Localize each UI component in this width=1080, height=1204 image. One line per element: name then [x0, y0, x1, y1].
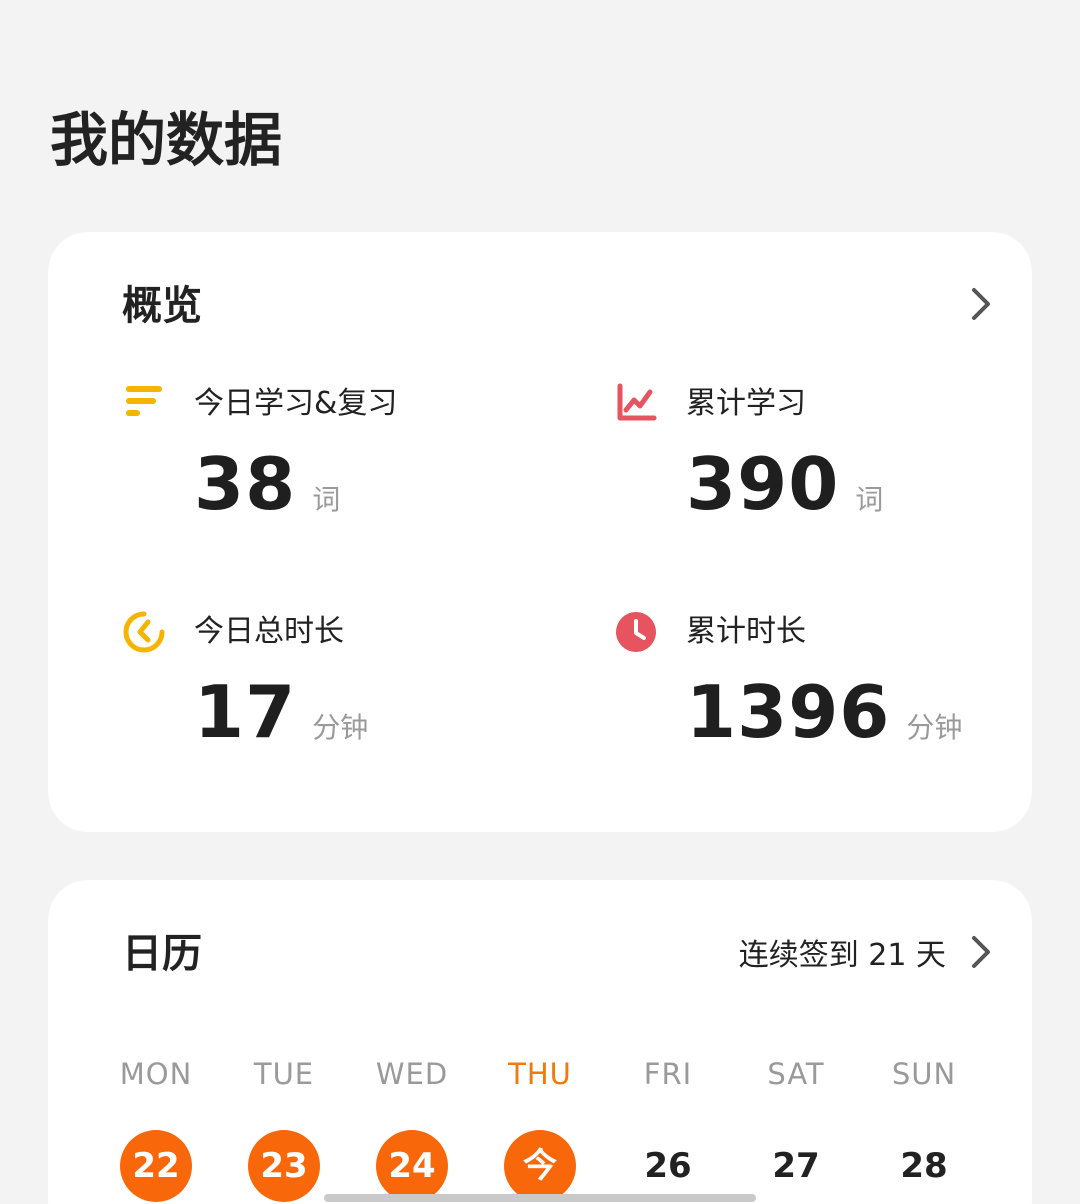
- clock-icon: [616, 612, 656, 652]
- stat-label: 累计时长: [686, 614, 806, 649]
- stat-today-time: 今日总时长 17 分钟: [122, 610, 542, 790]
- date-checked[interactable]: 23: [248, 1130, 320, 1202]
- day-sat[interactable]: SAT 27: [732, 1056, 860, 1204]
- stat-value: 1396 分钟: [686, 670, 962, 754]
- day-of-week-today: THU: [508, 1057, 572, 1091]
- day-thu[interactable]: THU 今: [476, 1056, 604, 1204]
- stat-value: 17 分钟: [194, 670, 368, 754]
- bars-icon: [126, 386, 162, 416]
- date[interactable]: 27: [760, 1130, 832, 1202]
- day-tue[interactable]: TUE 23: [220, 1056, 348, 1204]
- day-of-week: SAT: [767, 1057, 825, 1091]
- stat-today-study: 今日学习&复习 38 词: [122, 382, 542, 562]
- page-title: 我的数据: [50, 106, 283, 174]
- calendar-card[interactable]: 日历 连续签到 21 天 MON 22 TUE 23 WED 24 THU 今: [48, 880, 1032, 1204]
- stat-number: 390: [686, 442, 840, 526]
- overview-card[interactable]: 概览 今日学习&复习 38 词 累计学习 390 词 今日总时长 17 分钟 累…: [48, 232, 1032, 832]
- stat-number: 38: [194, 442, 297, 526]
- stat-unit: 词: [855, 483, 884, 516]
- stat-label: 今日学习&复习: [194, 386, 398, 421]
- stat-label: 今日总时长: [194, 614, 344, 649]
- day-sun[interactable]: SUN 28: [860, 1056, 988, 1204]
- stat-value: 38 词: [194, 442, 340, 526]
- date[interactable]: 26: [632, 1130, 704, 1202]
- overview-title: 概览: [122, 283, 202, 329]
- day-of-week: SUN: [891, 1057, 957, 1091]
- stat-unit: 分钟: [906, 711, 963, 744]
- line-chart-icon: [617, 383, 657, 421]
- day-mon[interactable]: MON 22: [92, 1056, 220, 1204]
- day-wed[interactable]: WED 24: [348, 1056, 476, 1204]
- stat-unit: 分钟: [312, 711, 369, 744]
- day-of-week: MON: [119, 1057, 193, 1091]
- chevron-right-icon[interactable]: [966, 286, 996, 322]
- stat-total-time: 累计时长 1396 分钟: [614, 610, 1034, 790]
- day-of-week: TUE: [253, 1057, 315, 1091]
- day-of-week: FRI: [643, 1057, 693, 1091]
- date-checked[interactable]: 24: [376, 1130, 448, 1202]
- date[interactable]: 28: [888, 1130, 960, 1202]
- timer-icon: [123, 611, 165, 653]
- stat-label: 累计学习: [686, 386, 806, 421]
- stat-total-study: 累计学习 390 词: [614, 382, 1034, 562]
- stat-number: 17: [194, 670, 297, 754]
- calendar-title: 日历: [122, 931, 202, 977]
- streak-text[interactable]: 连续签到 21 天: [739, 936, 946, 976]
- day-of-week: WED: [375, 1057, 449, 1091]
- stat-value: 390 词: [686, 442, 883, 526]
- my-data-page: 我的数据 概览 今日学习&复习 38 词 累计学习 390 词 今日总时长 17…: [0, 0, 1080, 1204]
- home-indicator[interactable]: [324, 1194, 756, 1202]
- week-row: MON 22 TUE 23 WED 24 THU 今 FRI 26 SAT 27: [92, 1056, 988, 1204]
- chevron-right-icon[interactable]: [966, 934, 996, 970]
- date-checked[interactable]: 22: [120, 1130, 192, 1202]
- stat-unit: 词: [312, 483, 341, 516]
- stat-number: 1396: [686, 670, 891, 754]
- day-fri[interactable]: FRI 26: [604, 1056, 732, 1204]
- date-today[interactable]: 今: [504, 1130, 576, 1202]
